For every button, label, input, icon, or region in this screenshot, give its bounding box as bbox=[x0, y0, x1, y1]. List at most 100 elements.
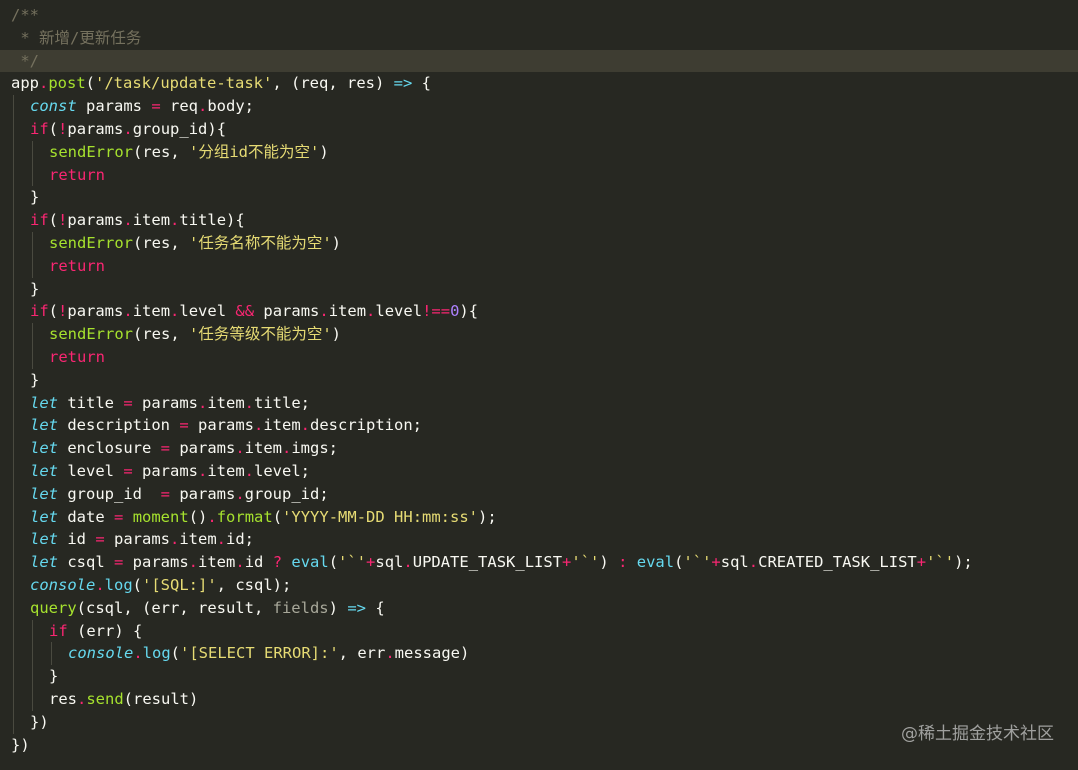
code-line[interactable]: } bbox=[0, 186, 1078, 210]
code-line[interactable]: * 新增/更新任务 bbox=[0, 27, 1078, 50]
code-token: params bbox=[188, 416, 254, 435]
code-token: '`' bbox=[926, 553, 955, 572]
code-token: '`' bbox=[338, 553, 367, 572]
code-line[interactable]: } bbox=[0, 665, 1078, 688]
code-token: '`' bbox=[683, 553, 712, 572]
code-token: query bbox=[30, 598, 77, 617]
code-editor[interactable]: /** * 新增/更新任务 */app.post('/task/update-t… bbox=[0, 0, 1078, 770]
code-line-content: } bbox=[11, 667, 58, 685]
code-token: UPDATE_TASK_LIST bbox=[412, 553, 563, 572]
code-token: ( bbox=[170, 644, 181, 663]
indent-guide bbox=[13, 414, 14, 438]
code-token: . bbox=[748, 553, 759, 572]
code-token: item bbox=[198, 553, 236, 572]
code-token: (err) { bbox=[67, 621, 143, 640]
code-token: . bbox=[385, 644, 395, 663]
code-token: let bbox=[30, 461, 58, 480]
code-line[interactable]: query(csql, (err, result, fields) => { bbox=[0, 596, 1078, 620]
code-line[interactable]: console.log('[SELECT ERROR]:', err.messa… bbox=[0, 642, 1078, 666]
code-line-content: return bbox=[11, 348, 105, 366]
code-line[interactable]: if(!params.group_id){ bbox=[0, 117, 1078, 141]
code-line[interactable]: if (err) { bbox=[0, 619, 1078, 643]
code-line-content: * 新增/更新任务 bbox=[11, 29, 141, 47]
code-token: if bbox=[30, 302, 49, 321]
code-line[interactable]: return bbox=[0, 254, 1078, 278]
code-token: ) bbox=[331, 233, 342, 252]
code-token: level bbox=[58, 461, 124, 480]
code-line[interactable]: let enclosure = params.item.imgs; bbox=[0, 437, 1078, 460]
indent-guide bbox=[13, 619, 14, 643]
code-line[interactable]: */ bbox=[0, 49, 1078, 73]
code-line[interactable]: let group_id = params.group_id; bbox=[0, 482, 1078, 506]
code-token: ( bbox=[328, 553, 339, 572]
code-token: description; bbox=[310, 416, 422, 435]
indent-guide bbox=[32, 163, 33, 187]
code-line[interactable]: let title = params.item.title; bbox=[0, 391, 1078, 415]
code-line[interactable]: if(!params.item.level && params.item.lev… bbox=[0, 300, 1078, 324]
code-token: . bbox=[366, 302, 376, 321]
code-line[interactable]: return bbox=[0, 345, 1078, 369]
code-line[interactable]: } bbox=[0, 277, 1078, 301]
indent-guide bbox=[13, 209, 14, 232]
code-token: item bbox=[132, 302, 171, 321]
code-token: . bbox=[235, 484, 245, 503]
code-line-content: let level = params.item.level; bbox=[11, 462, 310, 480]
code-token: . bbox=[39, 74, 49, 93]
code-token: } bbox=[49, 667, 59, 686]
code-token: moment bbox=[132, 507, 189, 526]
code-line[interactable]: const params = req.body; bbox=[0, 95, 1078, 118]
code-line-content: console.log('[SQL:]', csql); bbox=[11, 576, 291, 594]
code-token: ! bbox=[58, 302, 68, 321]
indent-guide bbox=[32, 323, 33, 346]
code-line-content: let group_id = params.group_id; bbox=[11, 485, 329, 503]
code-token: let bbox=[30, 484, 58, 503]
code-line[interactable]: sendError(res, '任务名称不能为空') bbox=[0, 231, 1078, 255]
code-line[interactable]: let date = moment().format('YYYY-MM-DD H… bbox=[0, 505, 1078, 529]
indent-guide bbox=[13, 368, 14, 392]
code-token: '分组id不能为空' bbox=[189, 142, 320, 161]
code-line[interactable]: /** bbox=[0, 4, 1078, 27]
code-line[interactable]: if(!params.item.title){ bbox=[0, 209, 1078, 232]
code-token: ) bbox=[328, 598, 348, 617]
code-token: '`' bbox=[571, 553, 600, 572]
code-token: let bbox=[30, 553, 58, 572]
code-line[interactable]: let level = params.item.level; bbox=[0, 459, 1078, 483]
code-line[interactable]: sendError(res, '分组id不能为空') bbox=[0, 140, 1078, 164]
code-token: + bbox=[562, 553, 572, 572]
code-line-content: if(!params.group_id){ bbox=[11, 120, 226, 138]
code-token: params bbox=[67, 119, 124, 138]
code-token: . bbox=[170, 530, 180, 549]
code-token: : bbox=[618, 553, 628, 572]
code-token: = bbox=[151, 97, 161, 116]
indent-guide bbox=[13, 323, 14, 346]
code-line[interactable]: } bbox=[0, 368, 1078, 392]
code-token: ! bbox=[58, 211, 68, 230]
indent-guide bbox=[13, 551, 14, 574]
code-line[interactable]: let description = params.item.descriptio… bbox=[0, 414, 1078, 438]
code-token: '/task/update-task' bbox=[95, 74, 273, 93]
code-line[interactable]: res.send(result) bbox=[0, 687, 1078, 711]
code-line[interactable]: let id = params.item.id; bbox=[0, 528, 1078, 552]
code-token: item bbox=[207, 393, 245, 412]
code-token: () bbox=[188, 507, 208, 526]
code-token: . bbox=[319, 302, 329, 321]
code-token: let bbox=[30, 416, 58, 435]
code-token: . bbox=[235, 439, 245, 458]
code-line[interactable]: sendError(res, '任务等级不能为空') bbox=[0, 323, 1078, 346]
code-line-content: res.send(result) bbox=[11, 690, 198, 708]
code-token: { bbox=[365, 598, 385, 617]
code-token: return bbox=[49, 256, 105, 275]
code-line[interactable]: app.post('/task/update-task', (req, res)… bbox=[0, 72, 1078, 95]
code-line[interactable]: console.log('[SQL:]', csql); bbox=[0, 573, 1078, 597]
code-line[interactable]: return bbox=[0, 163, 1078, 187]
code-token: if bbox=[30, 119, 49, 138]
code-token: item bbox=[263, 416, 301, 435]
code-line[interactable]: let csql = params.item.id ? eval('`'+sql… bbox=[0, 551, 1078, 574]
code-token: return bbox=[49, 165, 105, 184]
code-token: ) bbox=[599, 553, 619, 572]
code-token: ! bbox=[58, 119, 68, 138]
code-token: , (req, res) bbox=[272, 74, 394, 93]
